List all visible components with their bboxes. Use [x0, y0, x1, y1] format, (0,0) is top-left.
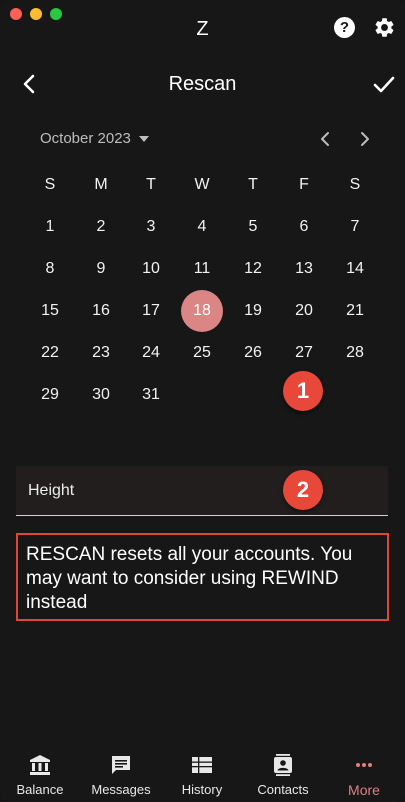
month-label: October 2023: [40, 130, 131, 147]
calendar-day[interactable]: 30: [80, 374, 122, 416]
weekday-header: S: [44, 176, 56, 193]
calendar-day[interactable]: 25: [181, 332, 223, 374]
calendar-day[interactable]: 17: [130, 290, 172, 332]
weekday-header: T: [146, 176, 156, 193]
calendar-day[interactable]: 28: [334, 332, 376, 374]
calendar-day[interactable]: 20: [283, 290, 325, 332]
calendar-day[interactable]: 2: [80, 206, 122, 248]
nav-more[interactable]: More: [324, 747, 404, 798]
calendar-day[interactable]: 31: [130, 374, 172, 416]
annotation-marker-1: 1: [283, 371, 323, 411]
nav-balance[interactable]: Balance: [0, 747, 80, 797]
nav-label: Messages: [91, 782, 151, 797]
calendar-day[interactable]: 27: [283, 332, 325, 374]
app-window: Z ? Rescan October 2023 S M T W T F S 1 …: [0, 0, 405, 802]
next-month-icon[interactable]: [357, 130, 373, 148]
bottom-navigation: Balance Messages History Contacts More: [0, 747, 405, 802]
calendar-day[interactable]: 3: [130, 206, 172, 248]
message-icon: [112, 756, 130, 774]
annotation-marker-2: 2: [283, 470, 323, 510]
nav-label: Balance: [16, 782, 64, 797]
calendar-day[interactable]: 1: [29, 206, 71, 248]
rescan-warning: RESCAN resets all your accounts. You may…: [16, 533, 389, 621]
calendar-day[interactable]: 6: [283, 206, 325, 248]
calendar-day[interactable]: 15: [29, 290, 71, 332]
height-input[interactable]: Height: [16, 466, 388, 516]
calendar-day[interactable]: 8: [29, 248, 71, 290]
calendar-day[interactable]: 26: [232, 332, 274, 374]
previous-month-icon[interactable]: [317, 130, 333, 148]
nav-label: More: [348, 782, 380, 798]
contacts-icon: [274, 754, 292, 776]
calendar-day[interactable]: 5: [232, 206, 274, 248]
calendar-day[interactable]: 9: [80, 248, 122, 290]
calendar-day[interactable]: 24: [130, 332, 172, 374]
nav-contacts[interactable]: Contacts: [243, 747, 323, 797]
nav-history[interactable]: History: [162, 747, 242, 797]
calendar-day[interactable]: 10: [130, 248, 172, 290]
history-icon: [192, 757, 212, 773]
calendar-day[interactable]: 13: [283, 248, 325, 290]
gear-icon[interactable]: [373, 16, 396, 39]
nav-label: History: [181, 782, 223, 797]
nav-label: Contacts: [257, 782, 309, 797]
month-selector[interactable]: October 2023: [40, 130, 149, 147]
calendar-day[interactable]: 21: [334, 290, 376, 332]
calendar-day[interactable]: 11: [181, 248, 223, 290]
title-bar: Z ?: [0, 0, 405, 56]
weekday-header: M: [94, 176, 108, 193]
calendar-day[interactable]: 23: [80, 332, 122, 374]
weekday-header: F: [299, 176, 309, 193]
check-icon[interactable]: [371, 72, 397, 96]
calendar-day[interactable]: 12: [232, 248, 274, 290]
weekday-header: S: [349, 176, 361, 193]
calendar-day[interactable]: 7: [334, 206, 376, 248]
dropdown-caret-icon: [138, 135, 149, 142]
page-title: Rescan: [168, 73, 237, 95]
calendar-day[interactable]: 14: [334, 248, 376, 290]
calendar-day[interactable]: 19: [232, 290, 274, 332]
calendar-day[interactable]: 22: [29, 332, 71, 374]
nav-messages[interactable]: Messages: [81, 747, 161, 797]
bank-icon: [30, 755, 50, 775]
calendar-day-selected[interactable]: 18: [181, 290, 223, 332]
weekday-header: W: [194, 176, 210, 193]
calendar-day[interactable]: 16: [80, 290, 122, 332]
help-icon[interactable]: ?: [334, 17, 355, 38]
more-icon: [356, 763, 372, 767]
calendar-day[interactable]: 29: [29, 374, 71, 416]
weekday-header: T: [248, 176, 258, 193]
height-label: Height: [28, 482, 75, 499]
calendar-day[interactable]: 4: [181, 206, 223, 248]
